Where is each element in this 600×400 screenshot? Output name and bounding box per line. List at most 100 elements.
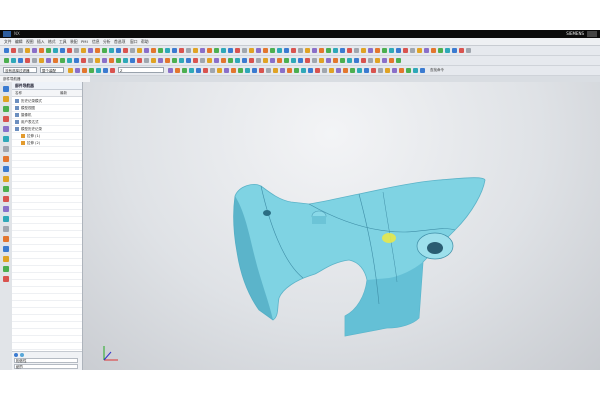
toolbar-tool-icon[interactable] [266,68,271,73]
toolbar-tool-icon[interactable] [89,68,94,73]
toolbar-tool-icon[interactable] [165,58,170,63]
toolbar-tool-icon[interactable] [368,58,373,63]
toolbar-tool-icon[interactable] [277,48,282,53]
toolbar-tool-icon[interactable] [109,58,114,63]
toolbar-tool-icon[interactable] [343,68,348,73]
toolbar-tool-icon[interactable] [392,68,397,73]
toolbar-tool-icon[interactable] [11,58,16,63]
toolbar-tool-icon[interactable] [385,68,390,73]
toolbar-tool-icon[interactable] [399,68,404,73]
toolbar-tool-icon[interactable] [284,48,289,53]
resource-bar-tab-icon[interactable] [3,196,9,202]
toolbar-tool-icon[interactable] [175,68,180,73]
toolbar-tool-icon[interactable] [431,48,436,53]
toolbar-tool-icon[interactable] [256,48,261,53]
part-small-hole[interactable] [263,210,271,216]
navigator-option-icon[interactable] [14,353,18,357]
toolbar-tool-icon[interactable] [46,58,51,63]
toolbar-tool-icon[interactable] [256,58,261,63]
toolbar-tool-icon[interactable] [340,48,345,53]
toolbar-tool-icon[interactable] [196,68,201,73]
toolbar-tool-icon[interactable] [4,48,9,53]
toolbar-tool-icon[interactable] [413,68,418,73]
toolbar-tool-icon[interactable] [354,48,359,53]
toolbar-tool-icon[interactable] [110,68,115,73]
toolbar-tool-icon[interactable] [182,68,187,73]
toolbar-tool-icon[interactable] [102,48,107,53]
toolbar-tool-icon[interactable] [81,48,86,53]
toolbar-tool-icon[interactable] [88,58,93,63]
toolbar-tool-icon[interactable] [82,68,87,73]
toolbar-tool-icon[interactable] [354,58,359,63]
toolbar-tool-icon[interactable] [371,68,376,73]
toolbar-tool-icon[interactable] [74,58,79,63]
toolbar-tool-icon[interactable] [193,58,198,63]
toolbar-tool-icon[interactable] [284,58,289,63]
menu-item-format[interactable]: 格式 [48,39,56,45]
toolbar-tool-icon[interactable] [102,58,107,63]
toolbar-tool-icon[interactable] [235,48,240,53]
toolbar-tool-icon[interactable] [396,48,401,53]
toolbar-tool-icon[interactable] [235,58,240,63]
toolbar-tool-icon[interactable] [221,58,226,63]
toolbar-tool-icon[interactable] [242,58,247,63]
toolbar-tool-icon[interactable] [368,48,373,53]
toolbar-tool-icon[interactable] [130,58,135,63]
graphics-window[interactable] [83,82,600,370]
toolbar-tool-icon[interactable] [347,48,352,53]
toolbar-tool-icon[interactable] [270,48,275,53]
toolbar-tool-icon[interactable] [123,58,128,63]
toolbar-tool-icon[interactable] [406,68,411,73]
toolbar-tool-icon[interactable] [75,68,80,73]
toolbar-tool-icon[interactable] [312,58,317,63]
menu-item-view[interactable]: 视图 [26,39,34,45]
toolbar-tool-icon[interactable] [60,48,65,53]
toolbar-tool-icon[interactable] [53,48,58,53]
toolbar-tool-icon[interactable] [217,68,222,73]
toolbar-tool-icon[interactable] [459,48,464,53]
toolbar-tool-icon[interactable] [172,48,177,53]
toolbar-tool-icon[interactable] [238,68,243,73]
toolbar-tool-icon[interactable] [144,48,149,53]
toolbar-tool-icon[interactable] [172,58,177,63]
toolbar-tool-icon[interactable] [221,48,226,53]
toolbar-tool-icon[interactable] [228,48,233,53]
resource-bar-tab-icon[interactable] [3,166,9,172]
toolbar-tool-icon[interactable] [53,58,58,63]
toolbar-tool-icon[interactable] [88,48,93,53]
toolbar-tool-icon[interactable] [96,68,101,73]
toolbar-tool-icon[interactable] [137,58,142,63]
toolbar-tool-icon[interactable] [375,48,380,53]
column-header-latest[interactable]: 最新 [60,91,67,96]
toolbar-tool-icon[interactable] [466,48,471,53]
toolbar-tool-icon[interactable] [228,58,233,63]
menu-item-analysis[interactable]: 分析 [103,39,111,45]
resource-bar-tab-icon[interactable] [3,216,9,222]
toolbar-tool-icon[interactable] [189,68,194,73]
toolbar-tool-icon[interactable] [179,58,184,63]
toolbar-tool-icon[interactable] [67,48,72,53]
resource-bar-tab-icon[interactable] [3,106,9,112]
toolbar-tool-icon[interactable] [378,68,383,73]
toolbar-tool-icon[interactable] [200,58,205,63]
toolbar-tool-icon[interactable] [18,58,23,63]
toolbar-tool-icon[interactable] [39,48,44,53]
column-header-name[interactable]: 名称 [15,91,22,96]
toolbar-tool-icon[interactable] [18,48,23,53]
menu-item-edit[interactable]: 编辑 [15,39,23,45]
toolbar-tool-icon[interactable] [364,68,369,73]
toolbar-tool-icon[interactable] [74,48,79,53]
toolbar-tool-icon[interactable] [375,58,380,63]
toolbar-tool-icon[interactable] [165,48,170,53]
toolbar-tool-icon[interactable] [361,48,366,53]
menu-item-info[interactable]: 信息 [92,39,100,45]
part-large-hole[interactable] [427,242,443,254]
toolbar-tool-icon[interactable] [224,68,229,73]
toolbar-tool-icon[interactable] [151,58,156,63]
toolbar-tool-icon[interactable] [210,68,215,73]
toolbar-tool-icon[interactable] [319,48,324,53]
toolbar-tool-icon[interactable] [312,48,317,53]
resource-bar-tab-icon[interactable] [3,116,9,122]
toolbar-tool-icon[interactable] [294,68,299,73]
toolbar-tool-icon[interactable] [46,48,51,53]
